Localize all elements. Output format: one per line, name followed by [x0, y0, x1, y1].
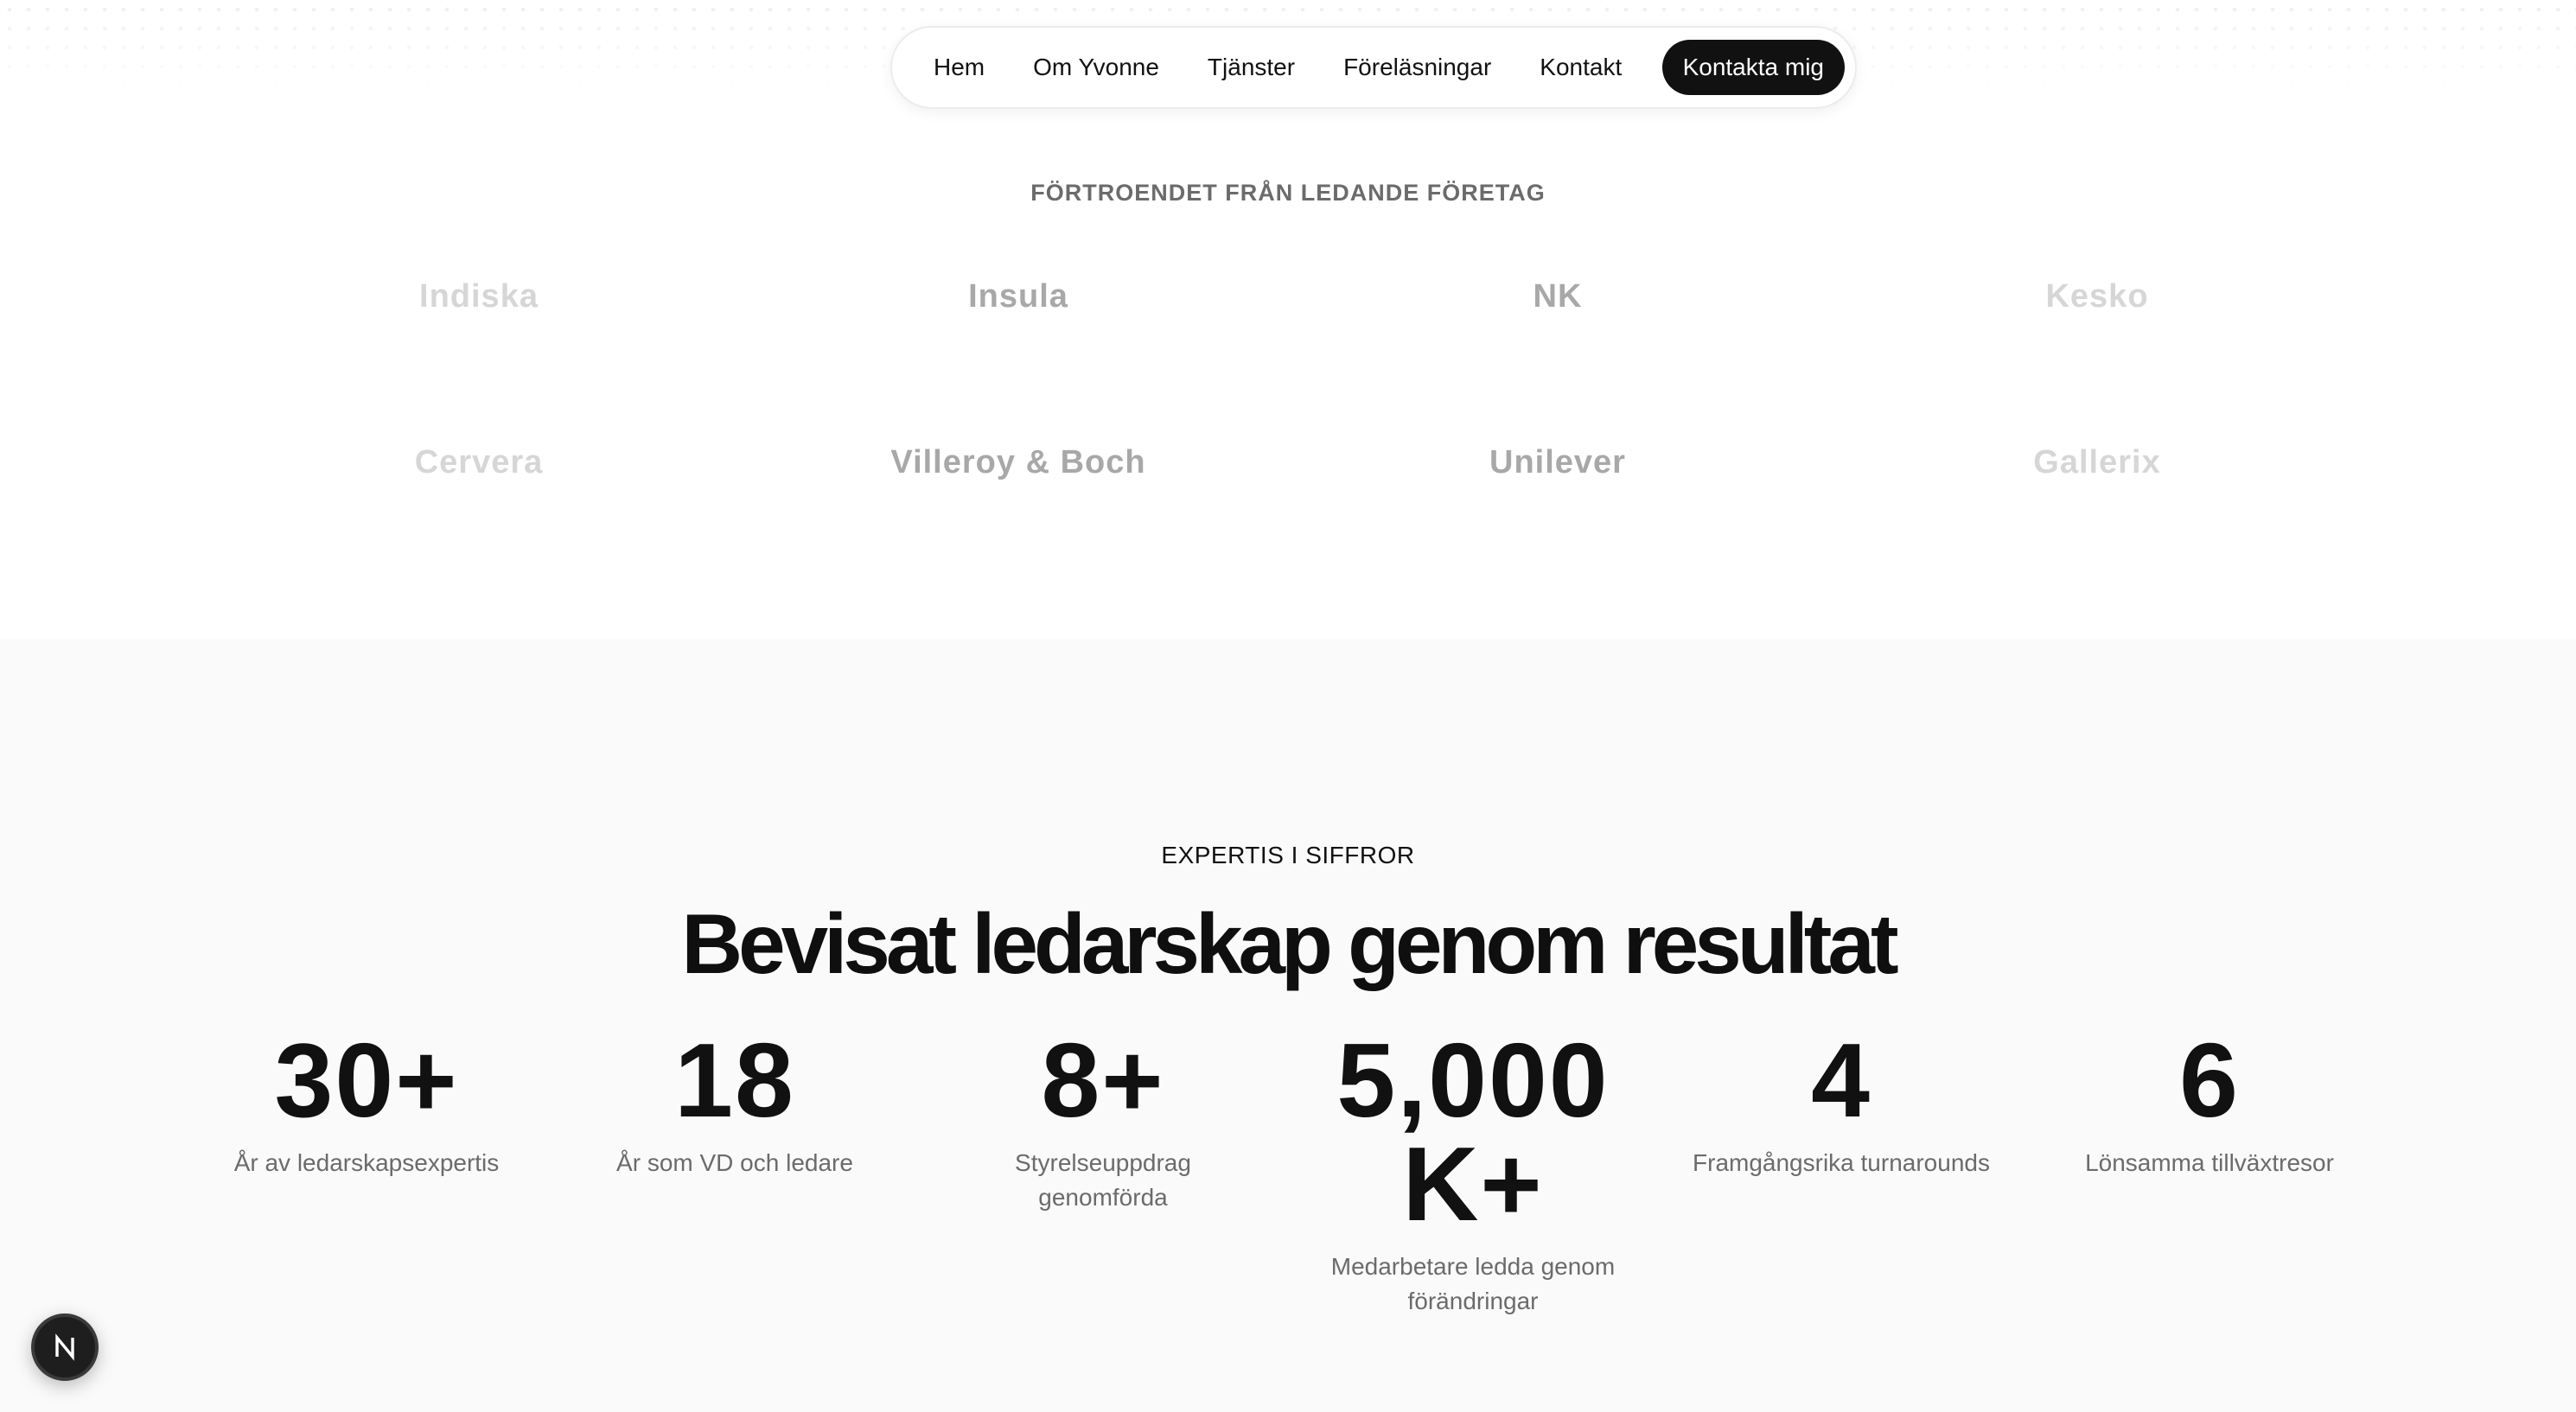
stat-value: 6: [2179, 1021, 2240, 1139]
client-logo-indiska: Indiska: [419, 278, 539, 315]
section-headline: Bevisat ledarskap genom resultat: [681, 896, 1898, 991]
stat-growth-journeys: 6 Lönsamma tillväxtresor: [2045, 1021, 2374, 1180]
client-logo-unilever: Unilever: [1489, 444, 1626, 480]
client-logo-cervera: Cervera: [414, 444, 544, 480]
nextjs-dev-tools-button[interactable]: [31, 1313, 99, 1381]
stat-turnarounds: 4 Framgångsrika turnarounds: [1677, 1021, 2005, 1180]
stat-employees-led: 5,000 K+ Medarbetare ledda genom förändr…: [1309, 1021, 1637, 1319]
stat-label: Lönsamma tillväxtresor: [2085, 1149, 2334, 1176]
section-eyebrow: EXPERTIS I SIFFROR: [1161, 842, 1415, 868]
stat-label: Framgångsrika turnarounds: [1693, 1149, 1990, 1176]
stat-value: 8+: [1041, 1021, 1165, 1139]
nextjs-icon: [55, 1333, 74, 1361]
stat-years-expertise: 30+ År av ledarskapsexpertis: [202, 1021, 531, 1180]
stat-board-assignments: 8+ Styrelseuppdrag genomförda: [939, 1021, 1267, 1215]
stats-section: EXPERTIS I SIFFROR Bevisat ledarskap gen…: [0, 639, 2576, 1412]
stat-value: 4: [1811, 1021, 1871, 1139]
stat-label: År av ledarskapsexpertis: [233, 1149, 500, 1176]
stat-label: Styrelseuppdrag genomförda: [1015, 1149, 1191, 1211]
client-logo-villeroy-boch: Villeroy & Boch: [890, 444, 1146, 480]
stat-label: Medarbetare ledda genom förändringar: [1330, 1253, 1616, 1314]
stat-label: År som VD och ledare: [616, 1149, 853, 1176]
stat-value: 30+: [274, 1021, 459, 1139]
client-logo-gallerix: Gallerix: [2033, 444, 2161, 480]
stat-value: 5,000 K+: [1336, 1021, 1610, 1243]
client-logo-kesko: Kesko: [2045, 278, 2149, 315]
client-logo-nk: NK: [1533, 278, 1583, 315]
client-logo-grid: Indiska Insula NK Kesko Cervera Villeroy…: [0, 0, 2576, 639]
stat-years-ceo: 18 År som VD och ledare: [571, 1021, 899, 1180]
stat-value: 18: [674, 1021, 795, 1139]
client-logo-insula: Insula: [968, 278, 1068, 315]
